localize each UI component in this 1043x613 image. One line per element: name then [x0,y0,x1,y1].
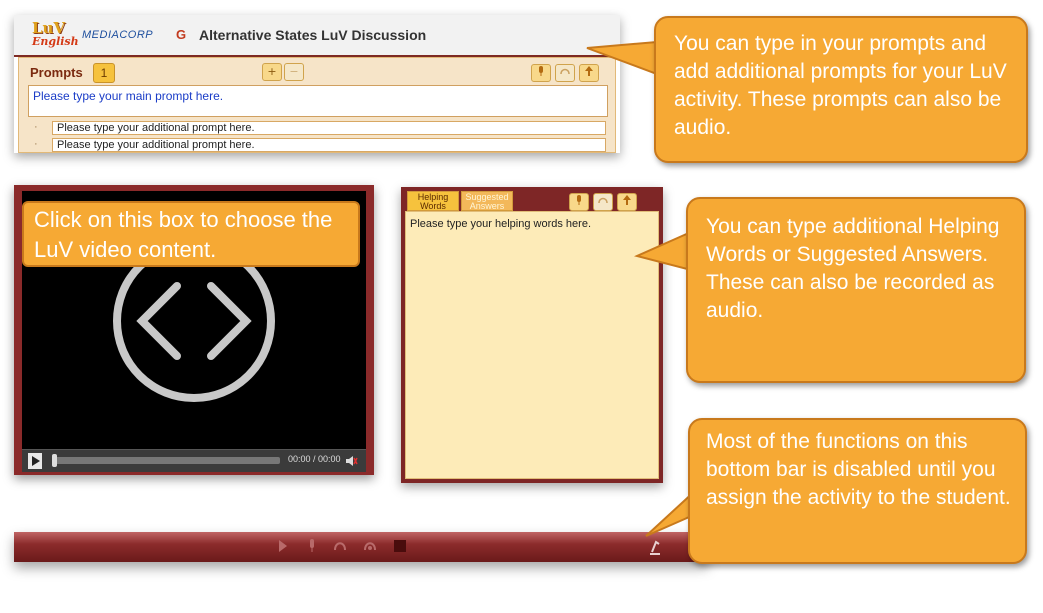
video-controls: 00:00 / 00:00 [22,449,366,472]
luv-logo: LuV [32,19,66,37]
g-icon: G [176,27,187,42]
video-callout: Click on this box to choose the LuV vide… [22,201,360,267]
tab-helping-words[interactable]: Helping Words [407,191,459,211]
helping-words-area[interactable]: Please type your helping words here. [405,211,659,479]
add-prompt-button[interactable]: + [262,63,282,81]
mediacorp-logo: MEDIACORP [82,29,154,41]
helping-panel: Helping Words Suggested Answers Please t… [401,187,663,483]
main-prompt-input[interactable]: Please type your main prompt here. [28,85,608,117]
upload-icon[interactable] [617,193,637,211]
prompts-body: Prompts 1 + − Please type your main prom… [18,57,616,153]
settings-icon[interactable] [648,538,662,556]
stop-icon[interactable] [394,540,406,552]
mute-icon[interactable] [344,454,358,468]
helping-words-input[interactable]: Please type your helping words here. [410,218,591,230]
prompts-label: Prompts [30,65,83,80]
additional-prompt-row: · Please type your additional prompt her… [28,121,608,135]
progress-knob[interactable] [52,454,57,467]
mic-icon[interactable] [569,193,589,211]
time-display: 00:00 / 00:00 [288,454,341,464]
additional-prompt-input[interactable]: Please type your additional prompt here. [52,121,606,135]
mic-icon[interactable] [306,538,318,554]
prompt-count-badge: 1 [93,63,115,83]
bullet-icon: · [34,121,38,133]
bottom-bar [14,532,708,562]
callout-tail [586,40,658,76]
listen-icon[interactable] [555,64,575,82]
progress-bar[interactable] [54,457,280,464]
app-title: Alternative States LuV Discussion [199,27,427,43]
listen-icon[interactable] [332,538,348,554]
callout-tail [633,230,692,272]
play-icon[interactable] [28,453,42,469]
listen-icon[interactable] [593,193,613,211]
english-logo: English [32,35,79,48]
bottom-callout: Most of the functions on this bottom bar… [688,418,1027,564]
play-icon[interactable] [276,538,290,554]
bullet-icon: · [34,138,38,150]
additional-prompt-input[interactable]: Please type your additional prompt here. [52,138,606,152]
remove-prompt-button[interactable]: − [284,63,304,81]
app-header: LuV English MEDIACORP G Alternative Stat… [14,15,620,57]
tab-suggested-answers[interactable]: Suggested Answers [461,191,513,211]
additional-prompt-row: · Please type your additional prompt her… [28,138,608,152]
prompts-panel: LuV English MEDIACORP G Alternative Stat… [14,15,620,153]
mic-icon[interactable] [531,64,551,82]
rewind-icon[interactable] [362,538,378,554]
helping-callout: You can type additional Helping Words or… [686,197,1026,383]
prompts-callout: You can type in your prompts and add add… [654,16,1028,163]
